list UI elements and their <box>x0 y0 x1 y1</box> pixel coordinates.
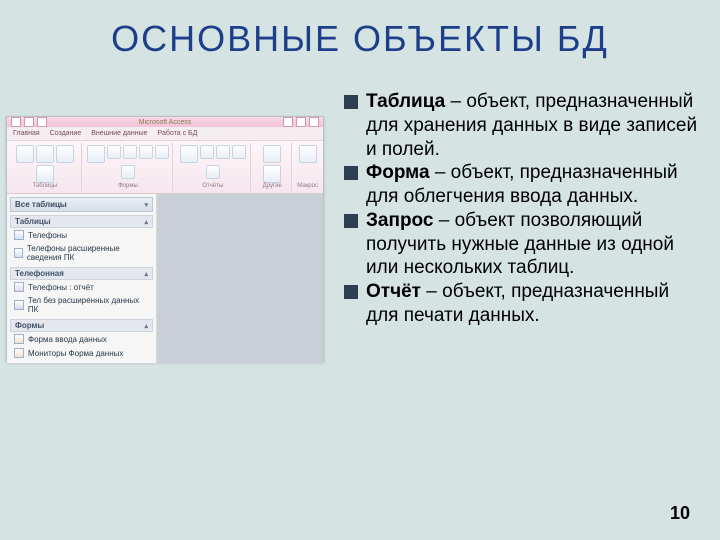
ribbon-tab: Создание <box>50 127 82 140</box>
nav-item-label: Форма ввода данных <box>28 335 107 344</box>
bullet-text: Отчёт – объект, предназначенный для печа… <box>366 280 700 328</box>
ribbon-icon <box>263 165 281 183</box>
ribbon-icon <box>87 145 105 163</box>
titlebar: Microsoft Access <box>7 117 323 127</box>
app-body: Все таблицы ▾ Таблицы ▴ Телефоны Телефон… <box>7 194 323 363</box>
chevron-up-icon: ▴ <box>144 218 148 226</box>
nav-item: Форма ввода данных <box>10 332 153 346</box>
ribbon-icon <box>121 165 135 179</box>
bullet-list: Таблица – объект, предназначенный для хр… <box>324 90 710 362</box>
nav-section: Формы ▴ <box>10 319 153 332</box>
ribbon: Таблицы Формы <box>7 141 323 194</box>
ribbon-icon <box>216 145 230 159</box>
query-icon <box>14 300 24 310</box>
ribbon-icon <box>180 145 198 163</box>
ribbon-tab: Работа с БД <box>158 127 198 140</box>
nav-item-label: Телефоны : отчёт <box>28 283 94 292</box>
nav-header-label: Все таблицы <box>15 200 67 209</box>
ribbon-group-label: Отчёты <box>202 183 223 191</box>
ribbon-icon <box>299 145 317 163</box>
bullet-item: Таблица – объект, предназначенный для хр… <box>344 90 700 161</box>
ribbon-group: Таблицы <box>9 143 82 191</box>
ribbon-group-label: Другие <box>263 183 282 191</box>
ribbon-icon <box>232 145 246 159</box>
ribbon-group-label: Макрос <box>297 183 318 191</box>
bullet-icon <box>344 166 358 180</box>
bullet-icon <box>344 214 358 228</box>
nav-item-label: Тел без расширенных данных ПК <box>28 296 149 314</box>
bullet-term: Запрос <box>366 210 433 231</box>
bullet-term: Таблица <box>366 91 445 112</box>
nav-item: Телефоны <box>10 228 153 242</box>
ribbon-icon <box>155 145 169 159</box>
app-canvas <box>157 194 323 363</box>
ribbon-icon <box>139 145 153 159</box>
bullet-item: Отчёт – объект, предназначенный для печа… <box>344 280 700 328</box>
nav-item: Телефоны расширенные сведения ПК <box>10 242 153 264</box>
nav-item: Мониторы Форма данных <box>10 346 153 360</box>
nav-header: Все таблицы ▾ <box>10 197 153 212</box>
form-icon <box>14 334 24 344</box>
nav-item-label: Телефоны расширенные сведения ПК <box>27 244 149 262</box>
table-icon <box>14 230 24 240</box>
nav-section-label: Таблицы <box>15 217 51 226</box>
window-title: Microsoft Access <box>50 119 280 126</box>
ribbon-group: Макрос <box>294 143 321 191</box>
bullet-text: Запрос – объект позволяющий получить нуж… <box>366 209 700 280</box>
form-icon <box>14 348 24 358</box>
nav-section: Телефонная ▴ <box>10 267 153 280</box>
ribbon-icon <box>263 145 281 163</box>
bullet-text: Таблица – объект, предназначенный для хр… <box>366 90 700 161</box>
ribbon-icon <box>16 145 34 163</box>
chevron-down-icon: ▾ <box>144 201 148 209</box>
bullet-icon <box>344 285 358 299</box>
ribbon-group: Другие <box>253 143 292 191</box>
ribbon-icon <box>123 145 137 159</box>
max-icon <box>296 117 306 127</box>
page-title: ОСНОВНЫЕ ОБЪЕКТЫ БД <box>0 0 720 60</box>
app-menu-icon <box>11 117 21 127</box>
nav-pane: Все таблицы ▾ Таблицы ▴ Телефоны Телефон… <box>7 194 157 363</box>
chevron-up-icon: ▴ <box>144 322 148 330</box>
ribbon-icon <box>56 145 74 163</box>
bullet-icon <box>344 95 358 109</box>
bullet-term: Отчёт <box>366 281 421 302</box>
ribbon-group-label: Таблицы <box>33 183 58 191</box>
bullet-text: Форма – объект, предназначенный для обле… <box>366 161 700 209</box>
ribbon-tabs: Главная Создание Внешние данные Работа с… <box>7 127 323 141</box>
nav-section: Таблицы ▴ <box>10 215 153 228</box>
nav-section-label: Формы <box>15 321 44 330</box>
ribbon-icon <box>36 165 54 183</box>
ribbon-tab: Внешние данные <box>91 127 147 140</box>
nav-item: Телефоны : отчёт <box>10 280 153 294</box>
app-screenshot: Microsoft Access Главная Создание Внешни… <box>6 116 324 362</box>
table-icon <box>14 248 23 258</box>
nav-section-label: Телефонная <box>15 269 64 278</box>
qat-save-icon <box>24 117 34 127</box>
ribbon-icon <box>107 145 121 159</box>
min-icon <box>283 117 293 127</box>
bullet-item: Запрос – объект позволяющий получить нуж… <box>344 209 700 280</box>
content-row: Microsoft Access Главная Создание Внешни… <box>0 90 720 362</box>
ribbon-icon <box>200 145 214 159</box>
nav-item: Тел без расширенных данных ПК <box>10 294 153 316</box>
ribbon-group-label: Формы <box>118 183 138 191</box>
page-number: 10 <box>670 503 690 524</box>
chevron-up-icon: ▴ <box>144 270 148 278</box>
ribbon-group: Отчёты <box>175 143 251 191</box>
nav-item-label: Телефоны <box>28 231 67 240</box>
nav-item-label: Мониторы Форма данных <box>28 349 123 358</box>
ribbon-tab: Главная <box>13 127 40 140</box>
ribbon-group: Формы <box>84 143 174 191</box>
qat-undo-icon <box>37 117 47 127</box>
ribbon-icon <box>206 165 220 179</box>
ribbon-icon <box>36 145 54 163</box>
close-icon <box>309 117 319 127</box>
query-icon <box>14 282 24 292</box>
bullet-term: Форма <box>366 162 430 183</box>
bullet-item: Форма – объект, предназначенный для обле… <box>344 161 700 209</box>
